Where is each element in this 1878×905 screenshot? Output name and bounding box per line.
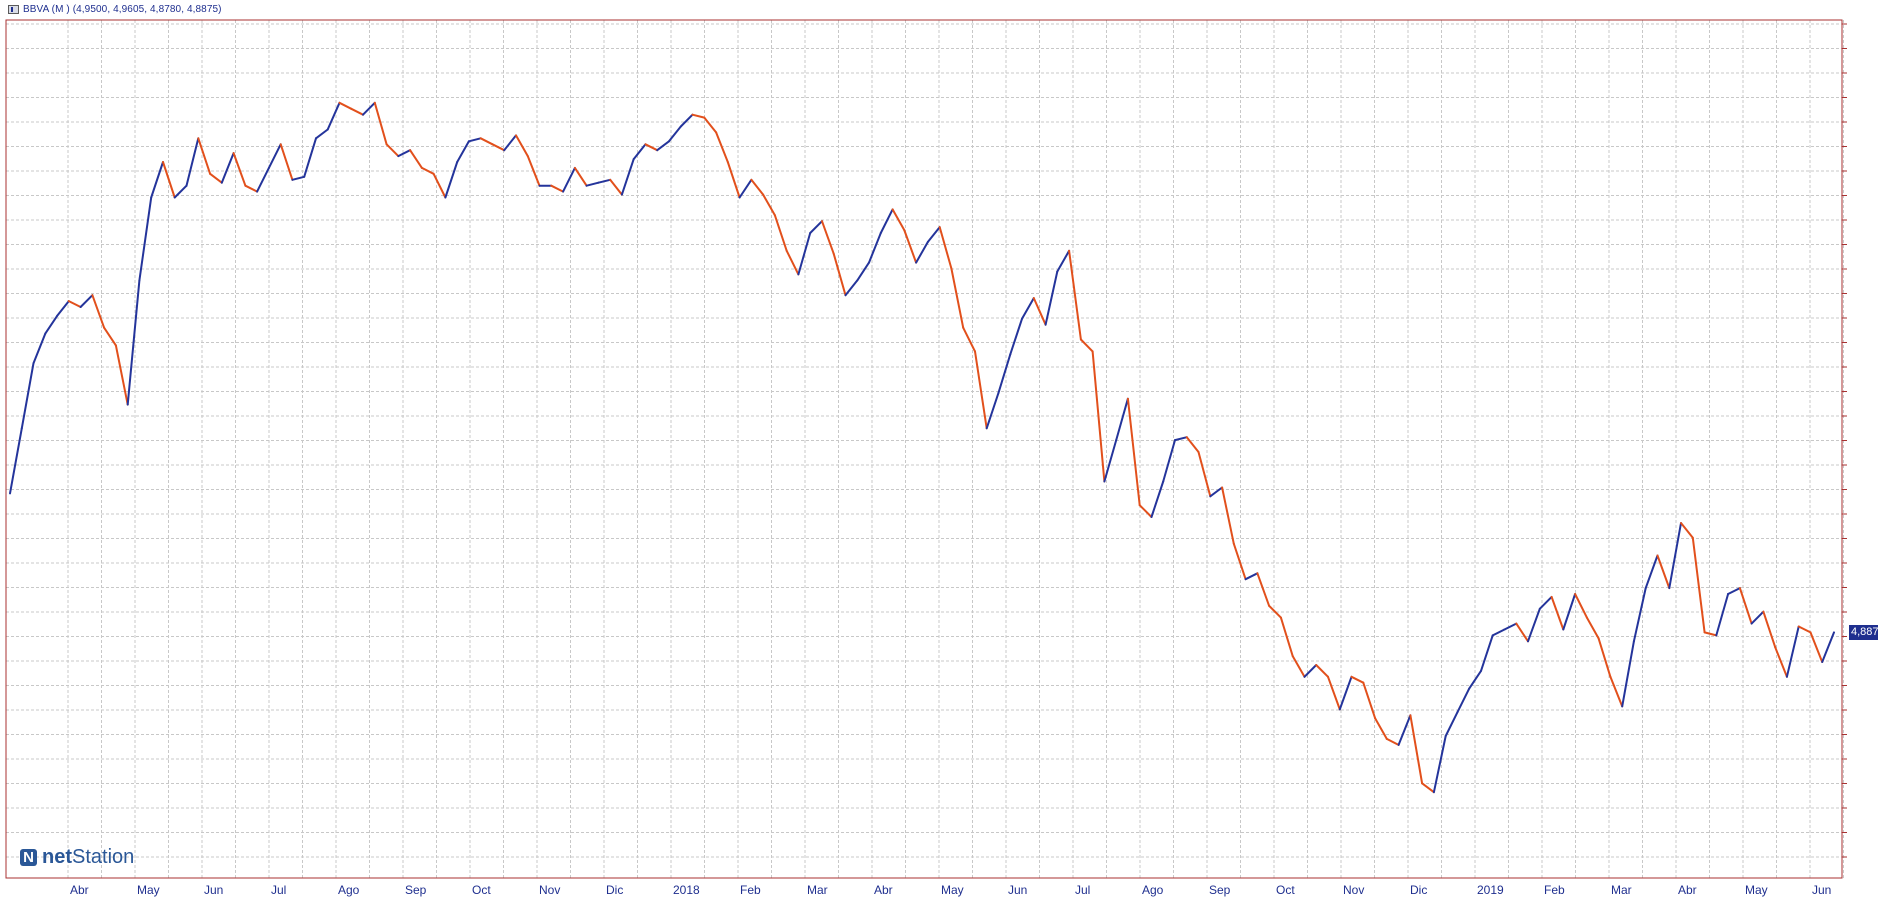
x-axis-tick-label: Mar xyxy=(807,883,828,897)
chart-window-icon[interactable] xyxy=(8,5,19,14)
x-axis-tick-label: Sep xyxy=(1209,883,1231,897)
x-axis-tick-label: Dic xyxy=(606,883,623,897)
x-axis-tick-label: Jun xyxy=(1008,883,1027,897)
x-axis-tick-label: Jun xyxy=(1812,883,1831,897)
x-axis-tick-label: 2018 xyxy=(673,883,700,897)
x-axis-tick-label: 2019 xyxy=(1477,883,1504,897)
x-axis-tick-label: Feb xyxy=(1544,883,1565,897)
brand-name-regular: Station xyxy=(72,846,135,868)
brand-name-bold: net xyxy=(42,846,72,868)
netstation-logo-icon: N xyxy=(20,849,37,866)
x-axis-tick-label: Ago xyxy=(338,883,360,897)
last-price-badge: 4,887 xyxy=(1849,625,1878,640)
x-axis-tick-label: Abr xyxy=(1678,883,1697,897)
x-axis-tick-label: Abr xyxy=(874,883,893,897)
x-axis-tick-label: Oct xyxy=(1276,883,1295,897)
x-axis-tick-label: May xyxy=(941,883,964,897)
x-axis-tick-label: Oct xyxy=(472,883,491,897)
x-axis-tick-label: Jul xyxy=(1075,883,1090,897)
price-chart[interactable]: BBVA (M ) (4,9500, 4,9605, 4,8780, 4,887… xyxy=(0,0,1878,900)
x-axis-tick-label: May xyxy=(1745,883,1768,897)
x-axis-tick-label: Jun xyxy=(204,883,223,897)
x-axis-tick-label: Nov xyxy=(539,883,560,897)
x-axis-tick-label: Mar xyxy=(1611,883,1632,897)
x-axis-tick-label: Jul xyxy=(271,883,286,897)
x-axis-tick-label: Sep xyxy=(405,883,427,897)
instrument-label: BBVA (M ) (4,9500, 4,9605, 4,8780, 4,887… xyxy=(23,4,222,15)
netstation-logo: N netStation xyxy=(20,846,134,869)
x-axis-tick-label: Ago xyxy=(1142,883,1164,897)
x-axis-tick-label: Abr xyxy=(70,883,89,897)
x-axis-tick-label: Dic xyxy=(1410,883,1427,897)
x-axis-tick-label: Feb xyxy=(740,883,761,897)
x-axis-tick-label: May xyxy=(137,883,160,897)
chart-svg[interactable]: Abr May Jun Jul Ago Sep Oct Nov Dic 2018 Feb Mar Abr… xyxy=(0,0,1878,900)
x-axis-tick-label: Nov xyxy=(1343,883,1364,897)
